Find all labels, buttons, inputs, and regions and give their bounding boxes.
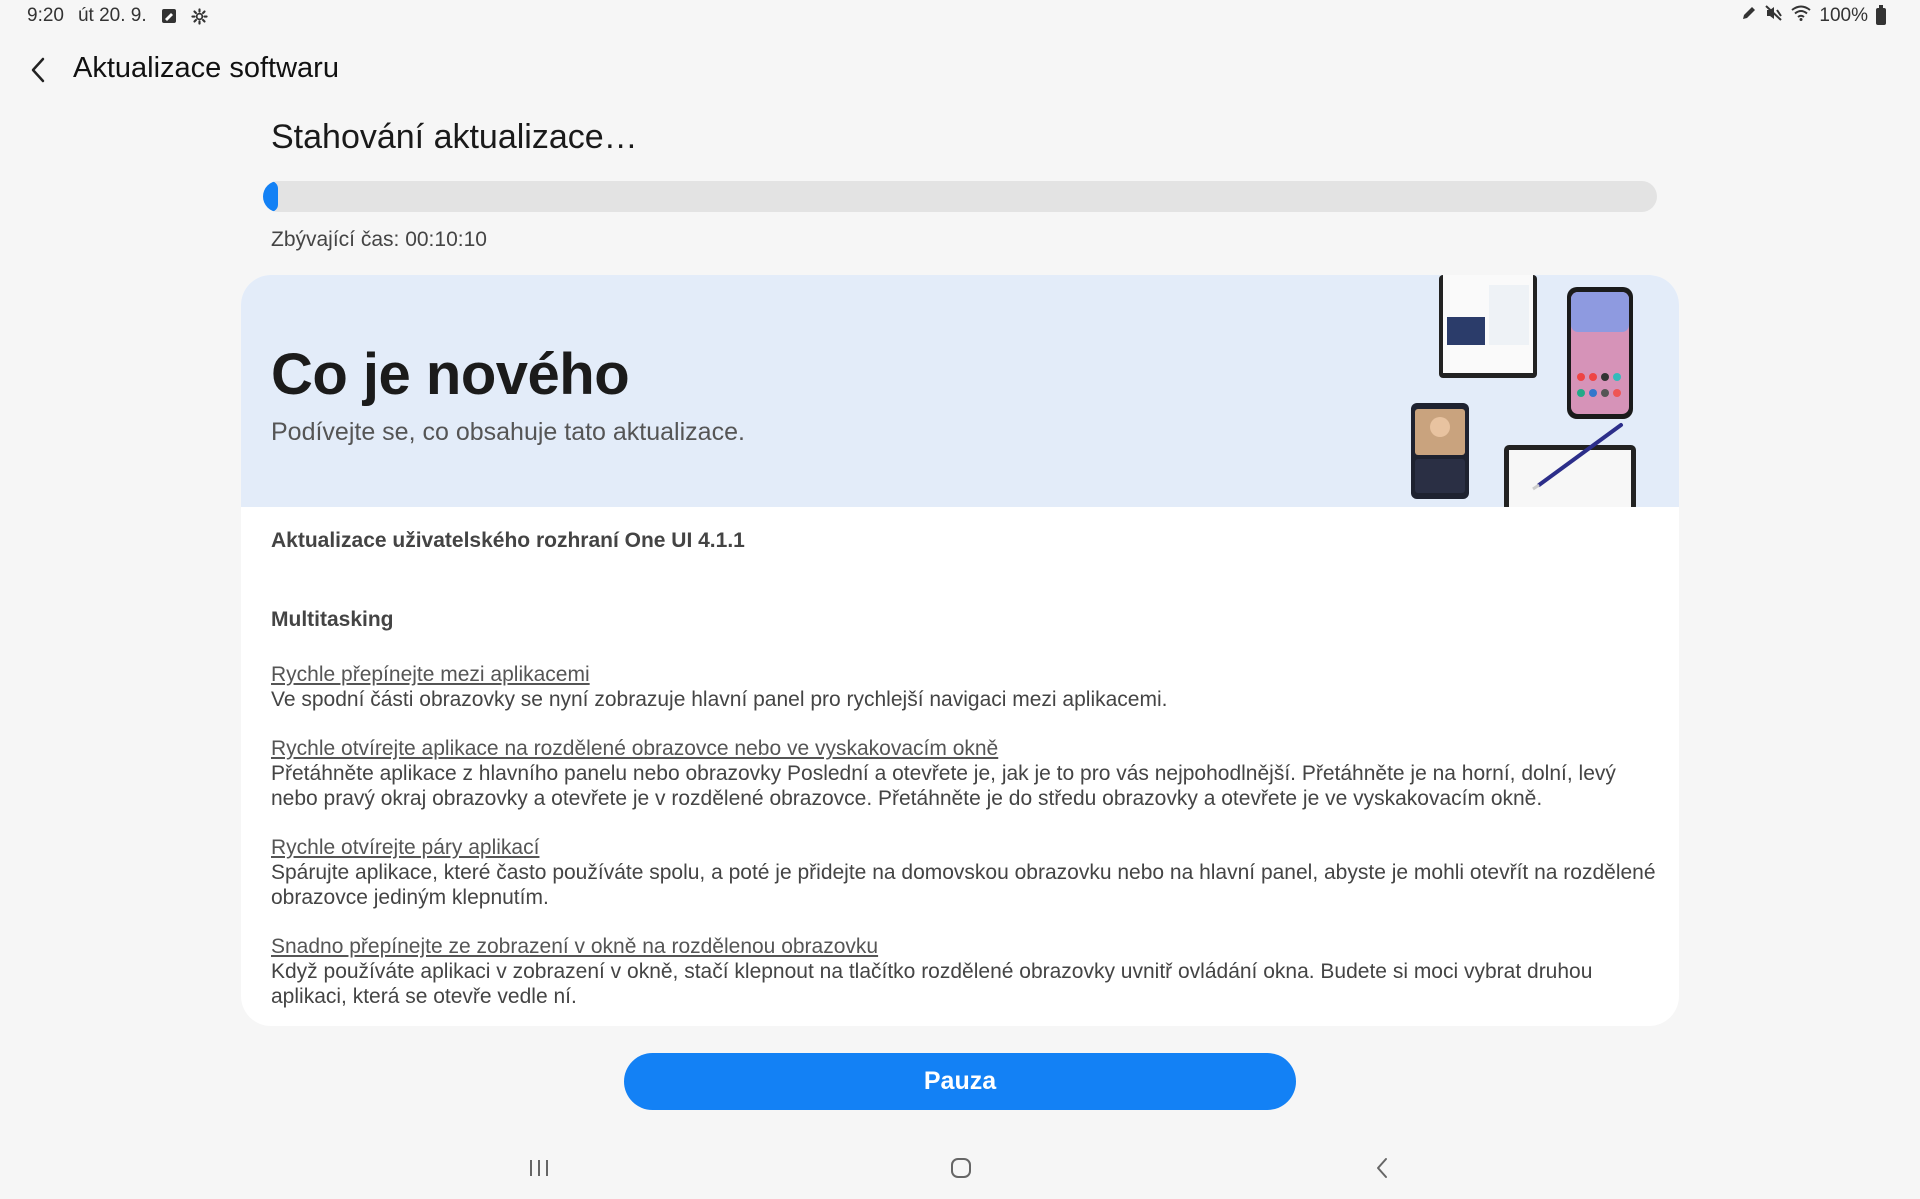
list-item: Rychle přepínejte mezi aplikacemi Ve spo… — [271, 662, 1656, 712]
whats-new-subtitle: Podívejte se, co obsahuje tato aktualiza… — [271, 418, 745, 446]
recents-icon — [530, 1160, 548, 1176]
feature-description: Když používáte aplikaci v zobrazení v ok… — [271, 960, 1593, 1008]
download-progress-fill — [263, 181, 279, 212]
wifi-icon — [1791, 5, 1812, 27]
page-title: Aktualizace softwaru — [73, 52, 339, 84]
home-button[interactable] — [931, 1148, 991, 1188]
feature-link[interactable]: Rychle přepínejte mezi aplikacemi — [271, 662, 1656, 687]
feature-link[interactable]: Rychle otvírejte páry aplikací — [271, 835, 1656, 860]
mute-icon — [1765, 5, 1783, 27]
update-heading: Aktualizace uživatelského rozhraní One U… — [271, 529, 745, 552]
chevron-left-icon — [31, 57, 45, 83]
list-item: Rychle otvírejte aplikace na rozdělené o… — [271, 736, 1656, 811]
feature-description: Přetáhněte aplikace z hlavního panelu ne… — [271, 762, 1616, 810]
note-icon — [161, 8, 177, 24]
status-bar: 9:20 út 20. 9. 100% — [0, 0, 1920, 32]
feature-description: Spárujte aplikace, které často používáte… — [271, 861, 1656, 909]
list-item: Rychle otvírejte páry aplikací Spárujte … — [271, 835, 1656, 910]
app-bar: Aktualizace softwaru — [0, 42, 1920, 98]
status-date: út 20. 9. — [77, 5, 147, 26]
back-button[interactable] — [18, 48, 58, 92]
status-left: 9:20 út 20. 9. — [27, 5, 208, 27]
battery-icon — [1876, 4, 1886, 25]
home-icon — [951, 1158, 971, 1178]
download-title: Stahování aktualizace… — [271, 118, 638, 156]
feature-link[interactable]: Snadno přepínejte ze zobrazení v okně na… — [271, 934, 1656, 959]
status-right: 100% — [1741, 4, 1886, 27]
battery-percent: 100% — [1819, 5, 1868, 26]
nav-back-button[interactable] — [1352, 1148, 1412, 1188]
gear-icon — [191, 8, 208, 25]
whats-new-hero: Co je nového Podívejte se, co obsahuje t… — [241, 275, 1679, 507]
whats-new-title: Co je nového — [271, 342, 630, 407]
devices-illustration — [1411, 275, 1636, 507]
download-progress-bar — [263, 181, 1657, 212]
pause-button[interactable]: Pauza — [624, 1053, 1296, 1110]
back-icon — [1377, 1158, 1387, 1178]
list-item: Snadno přepínejte ze zobrazení v okně na… — [271, 934, 1656, 1009]
feature-link[interactable]: Rychle otvírejte aplikace na rozdělené o… — [271, 736, 1656, 761]
recents-button[interactable] — [509, 1148, 569, 1188]
remaining-time: Zbývající čas: 00:10:10 — [271, 228, 487, 252]
pen-icon — [1741, 5, 1757, 27]
remaining-time-label: Zbývající čas: 00:10:10 — [271, 228, 487, 251]
section-heading: Multitasking — [271, 608, 394, 631]
whats-new-content: Aktualizace uživatelského rozhraní One U… — [271, 528, 1656, 1009]
status-time: 9:20 — [27, 5, 64, 26]
feature-description: Ve spodní části obrazovky se nyní zobraz… — [271, 688, 1168, 711]
navigation-bar — [0, 1140, 1920, 1199]
whats-new-card[interactable]: Co je nového Podívejte se, co obsahuje t… — [241, 275, 1679, 1026]
